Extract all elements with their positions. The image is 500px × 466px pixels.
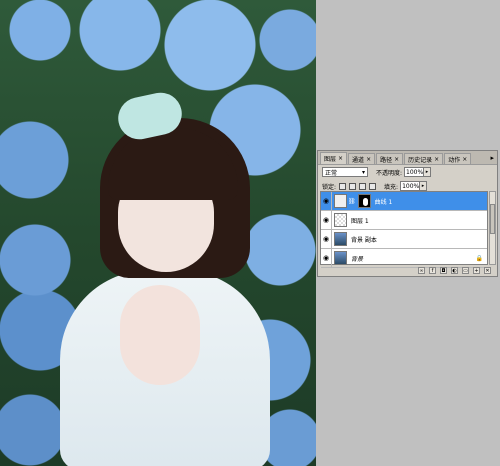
- curves-thumbnail-icon: [334, 194, 347, 208]
- layer-row-background-copy[interactable]: ◉ 背景 副本: [321, 229, 487, 249]
- eye-icon[interactable]: ◉: [321, 229, 332, 249]
- eye-icon[interactable]: ◉: [321, 191, 332, 211]
- eye-icon[interactable]: ◉: [321, 210, 332, 230]
- tab-paths[interactable]: 路径 ×: [376, 153, 404, 164]
- blend-mode-select[interactable]: 正常 ▾: [322, 167, 368, 177]
- fill-label: 填充:: [384, 183, 399, 191]
- panel-tabs: 图层 × 通道 × 路径 × 历史记录 × 动作 × ▸: [318, 151, 497, 165]
- tab-layers[interactable]: 图层 ×: [320, 152, 348, 164]
- close-icon[interactable]: ×: [338, 155, 343, 162]
- folder-icon[interactable]: ▭: [462, 267, 469, 274]
- tab-label: 历史记录: [408, 156, 433, 164]
- layer-thumbnail: [334, 232, 347, 246]
- tab-history[interactable]: 历史记录 ×: [404, 153, 444, 164]
- link-icon[interactable]: ∞: [418, 267, 425, 274]
- tab-channels[interactable]: 通道 ×: [348, 153, 376, 164]
- layer-thumbnail: [334, 251, 347, 265]
- photo-arm: [120, 285, 200, 385]
- fill-slider-icon[interactable]: ▸: [420, 181, 428, 191]
- close-icon[interactable]: ×: [462, 156, 467, 163]
- layer-row-layer1[interactable]: ◉ 图层 1: [321, 210, 487, 230]
- fx-icon[interactable]: f: [429, 267, 436, 274]
- opacity-label: 不透明度:: [376, 169, 403, 177]
- panel-menu-icon[interactable]: ▸: [490, 154, 494, 162]
- lock-pixels-icon[interactable]: [349, 182, 357, 190]
- layer-name: 曲线 1: [374, 198, 393, 206]
- layer-thumbnail: [334, 213, 347, 227]
- document-canvas[interactable]: [0, 0, 316, 466]
- tab-label: 通道: [352, 156, 365, 164]
- tab-label: 动作: [448, 156, 461, 164]
- layer-name: 图层 1: [351, 217, 369, 225]
- layer-scrollbar[interactable]: [489, 191, 496, 265]
- fill-input[interactable]: 100%: [400, 181, 421, 191]
- lock-position-icon[interactable]: [359, 182, 367, 190]
- tab-actions[interactable]: 动作 ×: [444, 153, 472, 164]
- tab-label: 路径: [380, 156, 393, 164]
- chevron-down-icon: ▾: [361, 168, 365, 176]
- adjustment-icon[interactable]: ◐: [451, 267, 458, 274]
- layer-mask-thumbnail[interactable]: [357, 194, 371, 208]
- blend-row: 正常 ▾ 不透明度: 100% ▸: [318, 165, 497, 179]
- scrollbar-thumb[interactable]: [490, 204, 495, 234]
- trash-icon[interactable]: ✕: [484, 267, 491, 274]
- blend-mode-value: 正常: [325, 169, 338, 177]
- opacity-input[interactable]: 100%: [404, 167, 425, 177]
- layer-list: ◉ ⛓ 曲线 1 ◉ 图层 1 ◉ 背景 副本 ◉ 背景 🔒: [320, 191, 488, 268]
- mask-icon[interactable]: ◘: [440, 267, 447, 274]
- lock-all-icon[interactable]: [369, 182, 377, 190]
- close-icon[interactable]: ×: [434, 156, 439, 163]
- layer-name: 背景: [351, 255, 364, 263]
- chain-link-icon[interactable]: ⛓: [348, 198, 356, 205]
- layer-name: 背景 副本: [351, 236, 377, 244]
- tab-label: 图层: [324, 156, 337, 163]
- layers-panel: 图层 × 通道 × 路径 × 历史记录 × 动作 × ▸ 正常 ▾ 不透明度: …: [317, 150, 498, 277]
- new-layer-icon[interactable]: +: [473, 267, 480, 274]
- lock-label: 锁定:: [322, 183, 337, 191]
- close-icon[interactable]: ×: [394, 156, 399, 163]
- lock-icon: 🔒: [475, 254, 483, 262]
- layer-row-curves[interactable]: ◉ ⛓ 曲线 1: [321, 191, 487, 211]
- opacity-slider-icon[interactable]: ▸: [424, 167, 432, 177]
- close-icon[interactable]: ×: [366, 156, 371, 163]
- lock-transparency-icon[interactable]: [339, 182, 347, 190]
- panel-footer: ∞ f ◘ ◐ ▭ + ✕: [318, 265, 497, 276]
